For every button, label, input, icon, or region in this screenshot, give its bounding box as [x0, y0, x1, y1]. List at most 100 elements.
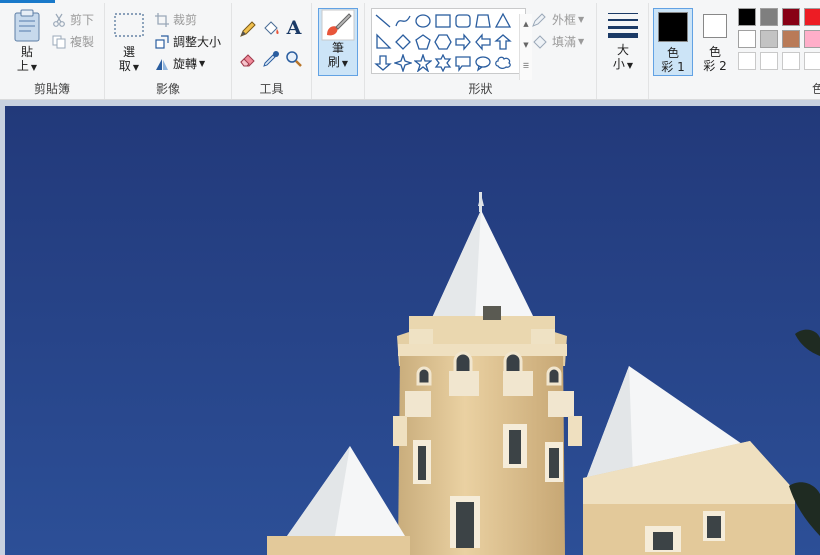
- color1-label-line2: 彩 1: [661, 60, 685, 74]
- brush-button[interactable]: 筆 刷 ▼: [318, 8, 358, 76]
- select-label-line2: 取 ▼: [118, 59, 140, 73]
- right-arrow-shape-icon[interactable]: [454, 33, 472, 51]
- palette-swatch[interactable]: [782, 30, 800, 48]
- color2-button[interactable]: 色 彩 2: [695, 8, 735, 76]
- tools-group-label: 工具: [259, 82, 284, 96]
- color-palette: [738, 8, 820, 74]
- five-point-star-shape-icon[interactable]: [414, 54, 432, 72]
- four-point-star-shape-icon[interactable]: [394, 54, 412, 72]
- select-label-line1: 選: [122, 45, 135, 59]
- resize-label: 調整大小: [173, 35, 222, 49]
- rectangle-shape-icon[interactable]: [434, 12, 452, 30]
- left-arrow-shape-icon[interactable]: [474, 33, 492, 51]
- select-button[interactable]: 選 取 ▼: [111, 11, 147, 75]
- pentagon-shape-icon[interactable]: [414, 33, 432, 51]
- size-group: 大 小 ▼: [597, 3, 649, 99]
- palette-swatch[interactable]: [782, 52, 800, 70]
- paste-label-line1: 貼: [20, 45, 33, 59]
- rotate-button[interactable]: 旋轉 ▼: [155, 55, 205, 72]
- paste-button[interactable]: 貼 上 ▼: [8, 9, 46, 75]
- scroll-down-icon[interactable]: ▼: [520, 35, 532, 56]
- palette-swatch[interactable]: [804, 8, 820, 26]
- line-width-icon: [608, 13, 638, 38]
- pencil-icon[interactable]: [238, 19, 258, 39]
- outline-label: 外框: [552, 13, 577, 27]
- eraser-icon[interactable]: [238, 49, 258, 69]
- palette-swatch[interactable]: [760, 30, 778, 48]
- rotate-icon: [156, 58, 168, 70]
- oval-shape-icon[interactable]: [414, 12, 432, 30]
- scroll-up-icon[interactable]: ▲: [520, 14, 532, 35]
- gallery-expand-icon[interactable]: ☰: [520, 56, 532, 77]
- crop-label: 裁剪: [173, 13, 198, 27]
- oval-callout-shape-icon[interactable]: [474, 54, 492, 72]
- color2-label-line2: 彩 2: [703, 59, 727, 73]
- color1-button[interactable]: 色 彩 1: [653, 8, 693, 76]
- palette-swatch[interactable]: [804, 52, 820, 70]
- resize-icon: [155, 34, 169, 49]
- fill-bucket-icon[interactable]: [261, 19, 281, 39]
- palette-swatch[interactable]: [760, 8, 778, 26]
- color2-swatch: [703, 14, 727, 38]
- color-picker-icon[interactable]: [261, 49, 281, 69]
- polygon-shape-icon[interactable]: [474, 12, 492, 30]
- line-shape-icon[interactable]: [374, 12, 392, 30]
- chevron-down-icon: ▼: [132, 63, 140, 72]
- cloud-callout-shape-icon[interactable]: [494, 54, 512, 72]
- palette-swatch[interactable]: [760, 52, 778, 70]
- palette-swatch[interactable]: [738, 8, 756, 26]
- fill-bucket-icon: [533, 34, 547, 49]
- brush-icon: [321, 9, 355, 41]
- chevron-down-icon: ▼: [578, 15, 585, 24]
- magnifier-icon[interactable]: [284, 49, 304, 69]
- palette-swatch[interactable]: [782, 8, 800, 26]
- fill-button[interactable]: 填滿 ▼: [532, 33, 584, 50]
- brush-label-line1: 筆: [331, 41, 344, 55]
- paste-label-line2: 上 ▼: [16, 59, 38, 73]
- copy-button[interactable]: 複製: [52, 33, 94, 50]
- cut-button[interactable]: 剪下: [52, 11, 94, 28]
- six-point-star-shape-icon[interactable]: [434, 54, 452, 72]
- hexagon-shape-icon[interactable]: [434, 33, 452, 51]
- rounded-rectangle-shape-icon[interactable]: [454, 12, 472, 30]
- crop-icon: [155, 12, 169, 27]
- palette-swatch[interactable]: [804, 30, 820, 48]
- text-tool-glyph: A: [286, 17, 302, 39]
- color1-label-line1: 色: [666, 46, 679, 60]
- outline-button[interactable]: 外框 ▼: [532, 11, 584, 28]
- copy-label: 複製: [70, 35, 95, 49]
- rectangular-callout-shape-icon[interactable]: [454, 54, 472, 72]
- fill-label: 填滿: [552, 35, 577, 49]
- canvas-image[interactable]: [5, 106, 820, 555]
- chevron-down-icon: ▼: [626, 61, 634, 70]
- down-arrow-shape-icon[interactable]: [374, 54, 392, 72]
- resize-button[interactable]: 調整大小: [155, 33, 221, 50]
- right-triangle-shape-icon[interactable]: [374, 33, 392, 51]
- image-group-label: 影像: [155, 82, 180, 96]
- chevron-down-icon: ▼: [341, 59, 349, 68]
- palette-swatch[interactable]: [738, 30, 756, 48]
- outline-pen-icon: [532, 12, 546, 27]
- ribbon: 貼 上 ▼ 剪下 複製 剪貼簿 選 取 ▼ 裁剪 調整大小 旋轉 ▼ 影像 A …: [0, 3, 820, 100]
- rotate-label: 旋轉: [173, 57, 198, 71]
- up-arrow-shape-icon[interactable]: [494, 33, 512, 51]
- image-group: 選 取 ▼ 裁剪 調整大小 旋轉 ▼ 影像: [105, 3, 232, 99]
- chevron-down-icon: ▼: [30, 63, 38, 72]
- clipboard-icon: [14, 9, 40, 42]
- shapes-gallery: ▲ ▼ ☰: [371, 8, 532, 80]
- palette-swatch[interactable]: [738, 52, 756, 70]
- crop-button[interactable]: 裁剪: [155, 11, 197, 28]
- cut-label: 剪下: [70, 13, 95, 27]
- color2-label-line1: 色: [708, 45, 721, 59]
- text-tool-icon[interactable]: A: [284, 17, 304, 39]
- curve-shape-icon[interactable]: [394, 12, 412, 30]
- triangle-shape-icon[interactable]: [494, 12, 512, 30]
- castle-photo: [5, 106, 820, 555]
- size-label-line2: 小 ▼: [612, 57, 634, 71]
- diamond-shape-icon[interactable]: [394, 33, 412, 51]
- canvas-area: [0, 100, 820, 555]
- chevron-down-icon: ▼: [578, 37, 585, 46]
- shapes-group: ▲ ▼ ☰ 外框 ▼ 填滿 ▼ 形狀: [365, 3, 597, 99]
- shapes-scrollbar[interactable]: ▲ ▼ ☰: [519, 14, 532, 80]
- size-button[interactable]: 大 小 ▼: [603, 11, 643, 73]
